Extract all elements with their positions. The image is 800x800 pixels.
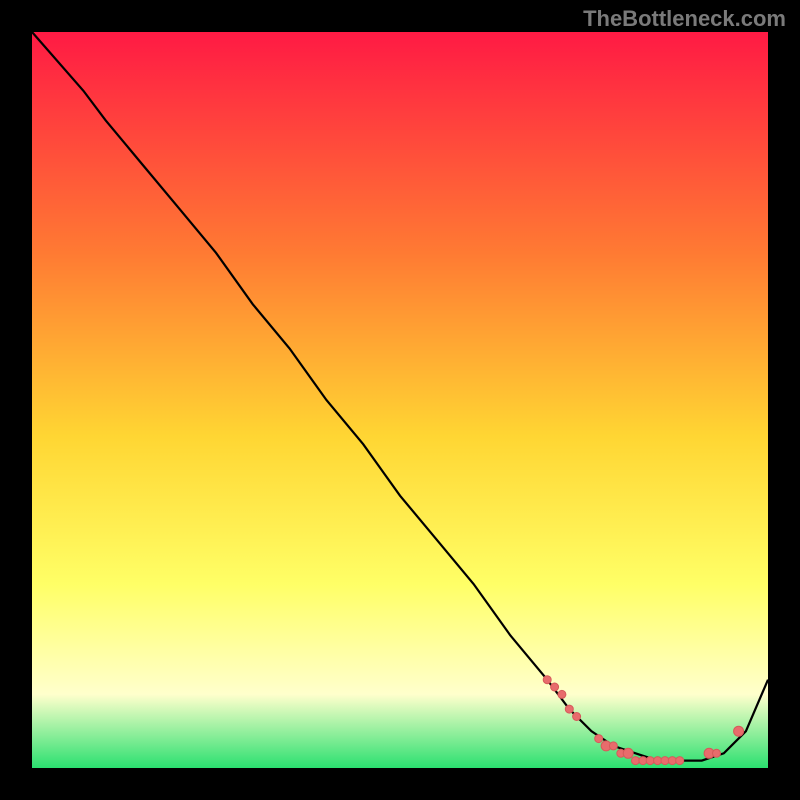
data-marker bbox=[713, 749, 721, 757]
data-marker bbox=[646, 757, 654, 765]
data-marker bbox=[595, 735, 603, 743]
data-marker bbox=[609, 742, 617, 750]
plot-area bbox=[32, 32, 768, 768]
data-marker bbox=[632, 757, 640, 765]
data-marker bbox=[573, 713, 581, 721]
chart-svg bbox=[0, 0, 800, 800]
data-marker bbox=[676, 757, 684, 765]
data-marker bbox=[734, 726, 744, 736]
data-marker bbox=[668, 757, 676, 765]
data-marker bbox=[623, 748, 633, 758]
attribution-label: TheBottleneck.com bbox=[583, 6, 786, 32]
data-marker bbox=[543, 676, 551, 684]
data-marker bbox=[558, 690, 566, 698]
bottleneck-chart: TheBottleneck.com bbox=[0, 0, 800, 800]
data-marker bbox=[565, 705, 573, 713]
data-marker bbox=[654, 757, 662, 765]
data-marker bbox=[551, 683, 559, 691]
